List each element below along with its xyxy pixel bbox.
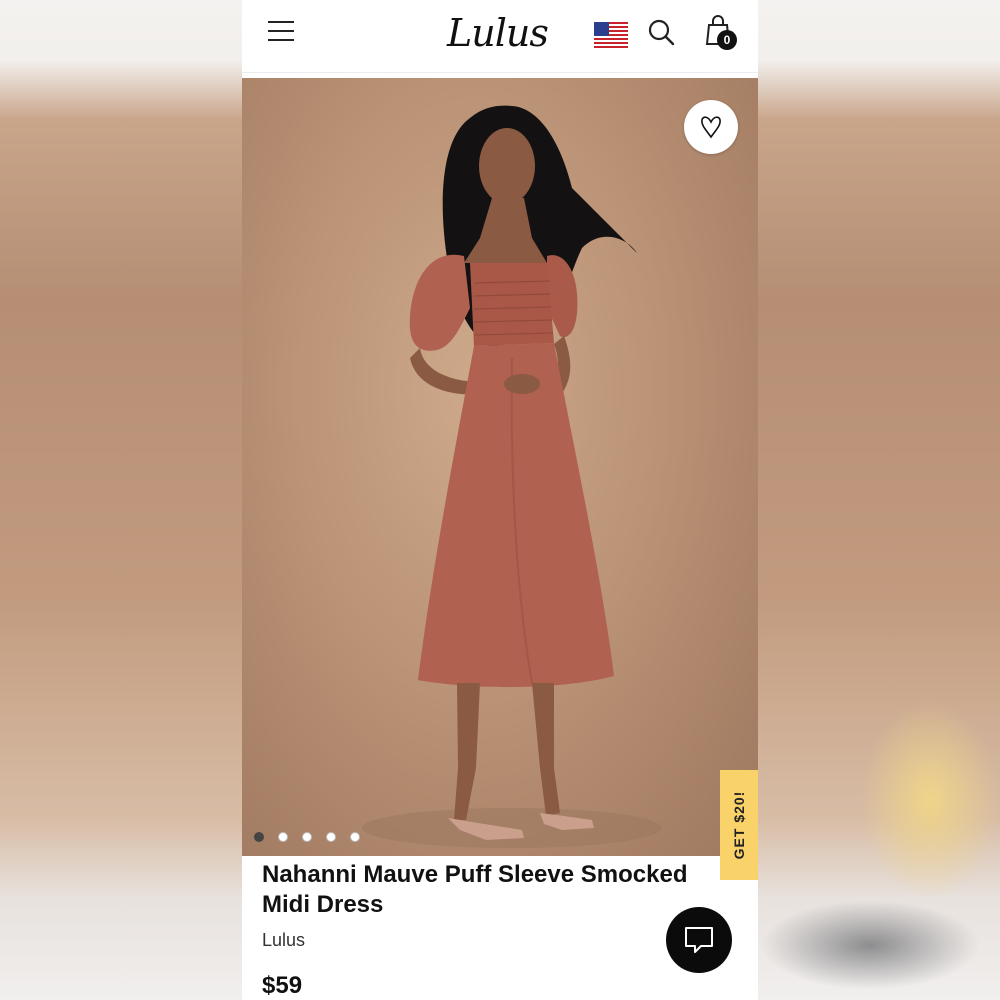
cart-count-badge[interactable]: 0 (717, 30, 737, 50)
chat-button[interactable] (666, 907, 732, 973)
carousel-dots (254, 832, 360, 842)
product-brand[interactable]: Lulus (262, 930, 305, 951)
backdrop-shadow (760, 900, 980, 990)
carousel-dot[interactable] (278, 832, 288, 842)
product-price: $59 (262, 972, 303, 999)
carousel-dot[interactable] (254, 832, 264, 842)
heart-icon (701, 116, 721, 139)
promo-tab[interactable]: GET $20! (720, 770, 758, 880)
menu-icon[interactable] (268, 21, 294, 41)
phone-screen: Lulus 0 GET $20! Nahanni Mauve Puff Slee… (242, 0, 758, 1000)
product-image[interactable] (242, 78, 758, 856)
carousel-dot[interactable] (350, 832, 360, 842)
carousel-dot[interactable] (302, 832, 312, 842)
search-icon[interactable] (647, 18, 675, 46)
brand-logo[interactable]: Lulus (447, 8, 559, 58)
wishlist-heart-button[interactable] (684, 100, 738, 154)
site-header: Lulus 0 (242, 0, 758, 73)
model-photo (362, 105, 662, 848)
us-flag-icon[interactable] (594, 22, 628, 48)
backdrop-glow (860, 700, 1000, 900)
carousel-dot[interactable] (326, 832, 336, 842)
promo-label: GET $20! (731, 790, 747, 860)
product-title: Nahanni Mauve Puff Sleeve Smocked Midi D… (262, 861, 688, 918)
chat-bubble-icon (685, 927, 713, 953)
